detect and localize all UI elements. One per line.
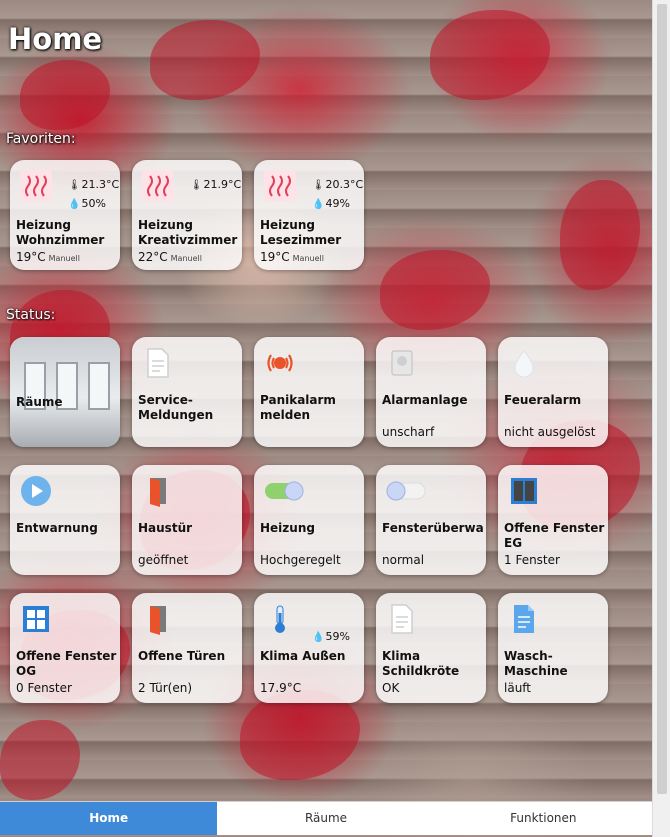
tile-klima-schildkroete[interactable]: Klima Schildkröte OK [376, 593, 486, 703]
tile-offene-fenster-eg[interactable]: Offene Fenster EG 1 Fenster [498, 465, 608, 575]
tile-offene-tueren[interactable]: Offene Türen 2 Tür(en) [132, 593, 242, 703]
heating-icon [20, 170, 52, 202]
tile-status: 17.9°C [260, 681, 302, 695]
vertical-scrollbar[interactable] [652, 0, 670, 837]
toggle-off-icon [386, 481, 426, 501]
humidity-icon: 💧 [68, 199, 81, 210]
tile-name: Feueralarm [504, 393, 582, 407]
alarm-system-icon [391, 350, 413, 376]
thermometer-icon: 🌡 [68, 180, 81, 191]
favorite-setpoint: 19°C [260, 250, 290, 264]
favorite-name: Heizung Wohnzimmer [16, 218, 105, 247]
tile-name: Haustür [138, 521, 193, 535]
tile-name: Wasch-Maschine [504, 649, 568, 678]
favorite-name: Heizung Kreativzimmer [138, 218, 238, 247]
tile-name: Entwarnung [16, 521, 98, 535]
tile-name: Fensterüberwa [382, 521, 484, 535]
tile-feueralarm[interactable]: Feueralarm nicht ausgelöst [498, 337, 608, 447]
tile-offene-fenster-og[interactable]: Offene Fenster OG 0 Fenster [10, 593, 120, 703]
panic-alarm-icon [267, 354, 293, 372]
tile-raeume[interactable]: Räume [10, 337, 120, 447]
tile-humidity: 59% [325, 630, 350, 643]
status-heading: Status: [6, 307, 56, 323]
tile-name: Service-Meldungen [138, 393, 214, 422]
scrollbar-thumb[interactable] [657, 4, 667, 794]
tile-heizung[interactable]: Heizung Hochgeregelt [254, 465, 364, 575]
tile-klima-aussen[interactable]: 💧 59% Klima Außen 17.9°C [254, 593, 364, 703]
tile-fensterueberwachung[interactable]: Fensterüberwa normal [376, 465, 486, 575]
tab-home[interactable]: Home [0, 802, 218, 835]
document-blue-icon [514, 605, 534, 633]
tile-name: Klima Außen [260, 649, 346, 663]
tile-name: Offene Türen [138, 649, 226, 663]
favorite-mode: Manuell [292, 254, 324, 263]
thermometer-icon [275, 605, 285, 633]
window-closed-icon [23, 606, 49, 632]
tile-status: Hochgeregelt [260, 553, 341, 567]
favorite-tile-heizung-wohnzimmer[interactable]: 🌡 21.3°C 💧 50% Heizung Wohnzimmer 19°C Ma… [10, 160, 120, 270]
favorite-name: Heizung Lesezimmer [260, 218, 342, 247]
tile-name: Räume [16, 395, 63, 409]
favorite-temp: 21.9°C [203, 178, 242, 191]
toggle-on-icon [265, 481, 304, 501]
thermometer-icon: 🌡 [190, 180, 203, 191]
tile-status: 1 Fenster [504, 553, 560, 567]
tile-name: Panikalarm melden [260, 393, 336, 422]
tile-name: Offene Fenster OG [16, 649, 117, 678]
document-icon [147, 348, 169, 378]
favorite-mode: Manuell [170, 254, 202, 263]
favorites-heading: Favoriten: [6, 131, 76, 147]
favorite-temp: 20.3°C [325, 178, 364, 191]
favorite-setpoint: 22°C [138, 250, 168, 264]
favorite-setpoint: 19°C [16, 250, 46, 264]
document-icon [391, 604, 413, 634]
play-icon [21, 476, 51, 506]
tile-name: Klima Schildkröte [382, 649, 460, 678]
tile-name: Offene Fenster EG [504, 521, 605, 550]
tile-status: läuft [504, 681, 532, 695]
heating-icon [264, 170, 296, 202]
favorite-tile-heizung-kreativzimmer[interactable]: 🌡 21.9°C Heizung Kreativzimmer 22°C Manue… [132, 160, 242, 270]
tile-alarmanlage[interactable]: Alarmanlage unscharf [376, 337, 486, 447]
page-title: Home [8, 22, 103, 56]
favorite-humidity: 50% [81, 197, 106, 210]
heating-icon [142, 170, 174, 202]
tile-status: 2 Tür(en) [138, 681, 193, 695]
bottom-tab-bar: Home Räume Funktionen [0, 801, 652, 835]
fire-drop-icon [514, 350, 534, 378]
tab-funktionen[interactable]: Funktionen [435, 802, 652, 835]
tile-status: unscharf [382, 425, 435, 439]
tile-status: 0 Fenster [16, 681, 72, 695]
humidity-icon: 💧 [312, 632, 325, 643]
tile-status: geöffnet [138, 553, 189, 567]
thermometer-icon: 🌡 [312, 180, 325, 191]
humidity-icon: 💧 [312, 199, 325, 210]
tile-entwarnung[interactable]: Entwarnung [10, 465, 120, 575]
tile-name: Heizung [260, 521, 315, 535]
favorite-tile-heizung-lesezimmer[interactable]: 🌡 20.3°C 💧 49% Heizung Lesezimmer 19°C Ma… [254, 160, 364, 270]
tile-panikalarm[interactable]: Panikalarm melden [254, 337, 364, 447]
rooms-image [10, 337, 120, 447]
door-open-icon [150, 478, 166, 507]
tile-haustuer[interactable]: Haustür geöffnet [132, 465, 242, 575]
door-open-icon [150, 606, 166, 635]
window-open-icon [511, 478, 537, 504]
tab-raeume[interactable]: Räume [217, 802, 434, 835]
favorite-humidity: 49% [325, 197, 350, 210]
tile-status: OK [382, 681, 400, 695]
favorite-mode: Manuell [48, 254, 80, 263]
tile-name: Alarmanlage [382, 393, 468, 407]
favorite-temp: 21.3°C [81, 178, 120, 191]
tile-status: nicht ausgelöst [504, 425, 596, 439]
tile-waschmaschine[interactable]: Wasch-Maschine läuft [498, 593, 608, 703]
tile-service-meldungen[interactable]: Service-Meldungen [132, 337, 242, 447]
tile-status: normal [382, 553, 425, 567]
